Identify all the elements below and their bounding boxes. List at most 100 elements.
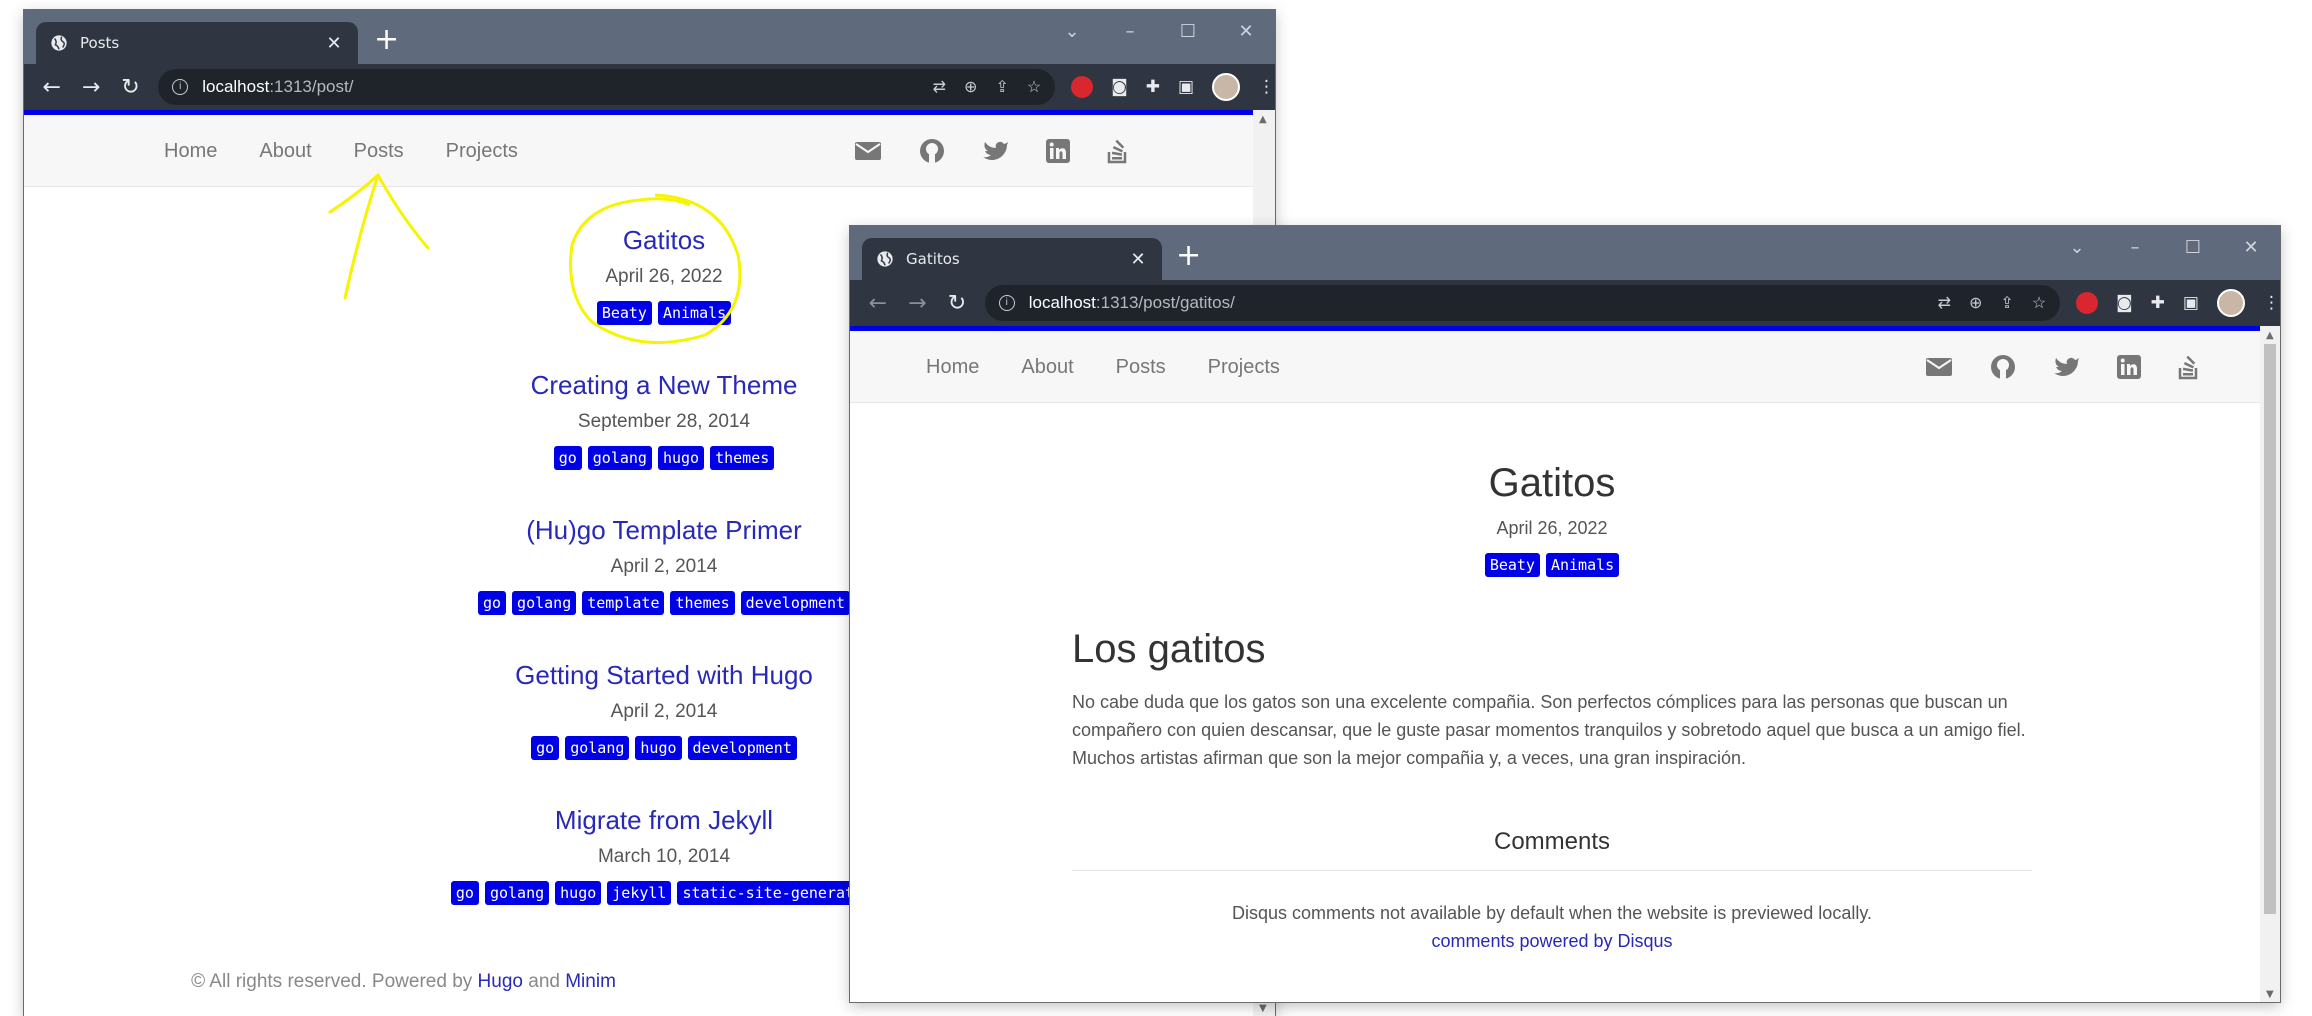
linkedin-icon[interactable]	[2117, 355, 2141, 379]
nav-link-about[interactable]: About	[1021, 356, 1073, 379]
tag-badge[interactable]: Beaty	[1484, 553, 1540, 577]
footer-hugo-link[interactable]: Hugo	[478, 971, 523, 992]
zoom-icon[interactable]: ⊕	[964, 77, 977, 97]
nav-link-home[interactable]: Home	[164, 140, 217, 163]
footer-minimal-link[interactable]: Minim	[565, 971, 616, 992]
address-bar[interactable]: i localhost:1313/post/gatitos/ ⇄ ⊕ ⇪ ☆	[984, 285, 2061, 321]
nav-link-projects[interactable]: Projects	[446, 140, 518, 163]
tag-badge[interactable]: golang	[587, 446, 652, 470]
close-window-button[interactable]: ✕	[2222, 226, 2280, 270]
translate-icon[interactable]: ⇄	[933, 77, 946, 97]
stackoverflow-icon[interactable]	[1106, 138, 1130, 164]
email-icon[interactable]	[1925, 356, 1953, 378]
zoom-icon[interactable]: ⊕	[1969, 293, 1982, 313]
scrollbar-thumb[interactable]	[2264, 344, 2276, 914]
github-icon[interactable]	[1989, 353, 2017, 381]
comments-heading: Comments	[1072, 828, 2032, 871]
footer-text: © All rights reserved. Powered by	[191, 971, 473, 992]
tag-badge[interactable]: template	[582, 591, 665, 615]
extension-red-icon[interactable]	[1071, 76, 1094, 98]
twitter-icon[interactable]	[982, 139, 1010, 163]
nav-link-home[interactable]: Home	[926, 356, 979, 379]
close-tab-icon[interactable]: ✕	[324, 33, 344, 54]
tab-strip: Gatitos ✕ + ⌄ – ☐ ✕	[850, 226, 2280, 280]
maximize-button[interactable]: ☐	[1159, 10, 1217, 54]
twitter-icon[interactable]	[2053, 355, 2081, 379]
scroll-down-arrow-icon[interactable]: ▼	[2266, 989, 2274, 1000]
vertical-scrollbar[interactable]: ▲ ▼	[2260, 326, 2280, 1002]
tag-badge[interactable]: development	[740, 591, 851, 615]
tag-badge[interactable]: golang	[484, 881, 550, 905]
new-tab-button[interactable]: +	[374, 25, 399, 55]
share-icon[interactable]: ⇪	[2000, 293, 2013, 313]
tag-badge[interactable]: themes	[670, 591, 735, 615]
disqus-section: Disqus comments not available by default…	[1072, 899, 2032, 955]
forward-icon[interactable]: →	[71, 75, 110, 100]
forward-icon[interactable]: →	[898, 291, 938, 316]
tag-badge[interactable]: golang	[565, 736, 630, 760]
menu-kebab-icon[interactable]: ⋮	[2263, 293, 2280, 313]
tag-badge[interactable]: development	[687, 736, 797, 760]
site-info-icon[interactable]: i	[172, 79, 189, 95]
disqus-link[interactable]: comments powered by Disqus	[1431, 931, 1672, 951]
tag-badge[interactable]: static-site-generator	[677, 881, 878, 905]
tag-badge[interactable]: go	[477, 591, 507, 615]
nav-link-projects[interactable]: Projects	[1208, 356, 1280, 379]
new-tab-button[interactable]: +	[1176, 241, 1201, 271]
camera-extension-icon[interactable]: ◙	[2116, 293, 2133, 313]
side-panel-icon[interactable]: ▣	[1178, 77, 1194, 97]
tag-badge[interactable]: Animals	[1545, 553, 1620, 577]
maximize-button[interactable]: ☐	[2164, 226, 2222, 270]
minimize-button[interactable]: –	[1101, 10, 1159, 54]
article-heading: Los gatitos	[1072, 627, 1266, 671]
tag-badge[interactable]: Animals	[657, 301, 732, 325]
puzzle-extensions-icon[interactable]: ✚	[2151, 293, 2165, 313]
tab-gatitos[interactable]: Gatitos ✕	[862, 238, 1162, 280]
reload-icon[interactable]: ↻	[111, 75, 150, 100]
share-icon[interactable]: ⇪	[995, 77, 1008, 97]
tag-badge[interactable]: go	[531, 736, 560, 760]
tag-badge[interactable]: hugo	[635, 736, 682, 760]
nav-link-posts[interactable]: Posts	[1116, 356, 1166, 379]
profile-avatar[interactable]	[2216, 289, 2245, 317]
tag-badge[interactable]: Beaty	[596, 301, 652, 325]
email-icon[interactable]	[854, 140, 882, 162]
site-info-icon[interactable]: i	[998, 295, 1015, 311]
address-bar[interactable]: i localhost:1313/post/ ⇄ ⊕ ⇪ ☆	[158, 69, 1056, 105]
reload-icon[interactable]: ↻	[937, 291, 977, 316]
nav-link-posts[interactable]: Posts	[354, 140, 404, 163]
tag-badge[interactable]: themes	[710, 446, 775, 470]
close-tab-icon[interactable]: ✕	[1128, 249, 1148, 270]
translate-icon[interactable]: ⇄	[1938, 293, 1951, 313]
tag-badge[interactable]: jekyll	[607, 881, 672, 905]
nav-link-about[interactable]: About	[259, 140, 311, 163]
tag-badge[interactable]: hugo	[657, 446, 705, 470]
tab-posts[interactable]: Posts ✕	[36, 22, 358, 64]
profile-avatar[interactable]	[1212, 73, 1240, 101]
extension-red-icon[interactable]	[2076, 292, 2099, 314]
tag-badge[interactable]: golang	[512, 591, 577, 615]
tag-badge[interactable]: hugo	[555, 881, 602, 905]
stackoverflow-icon[interactable]	[2177, 354, 2201, 380]
bookmark-star-icon[interactable]: ☆	[2032, 293, 2046, 313]
scroll-up-arrow-icon[interactable]: ▲	[2266, 330, 2274, 341]
side-panel-icon[interactable]: ▣	[2183, 293, 2199, 313]
bookmark-star-icon[interactable]: ☆	[1027, 77, 1041, 97]
camera-extension-icon[interactable]: ◙	[1111, 77, 1128, 97]
puzzle-extensions-icon[interactable]: ✚	[1146, 77, 1160, 97]
github-icon[interactable]	[918, 137, 946, 165]
scroll-up-arrow-icon[interactable]: ▲	[1259, 114, 1267, 125]
tab-search-icon[interactable]: ⌄	[1043, 10, 1101, 54]
browser-toolbar: ← → ↻ i localhost:1313/post/gatitos/ ⇄ ⊕…	[850, 280, 2280, 326]
close-window-button[interactable]: ✕	[1217, 10, 1275, 54]
tag-badge[interactable]: go	[450, 881, 479, 905]
linkedin-icon[interactable]	[1046, 139, 1070, 163]
minimize-button[interactable]: –	[2106, 226, 2164, 270]
extensions-area: ◙ ✚ ▣ ⋮	[1071, 73, 1275, 101]
tab-search-icon[interactable]: ⌄	[2048, 226, 2106, 270]
scroll-down-arrow-icon[interactable]: ▼	[1259, 1003, 1267, 1014]
back-icon[interactable]: ←	[858, 291, 898, 316]
menu-kebab-icon[interactable]: ⋮	[1258, 77, 1275, 97]
back-icon[interactable]: ←	[32, 75, 71, 100]
tag-badge[interactable]: go	[553, 446, 582, 470]
